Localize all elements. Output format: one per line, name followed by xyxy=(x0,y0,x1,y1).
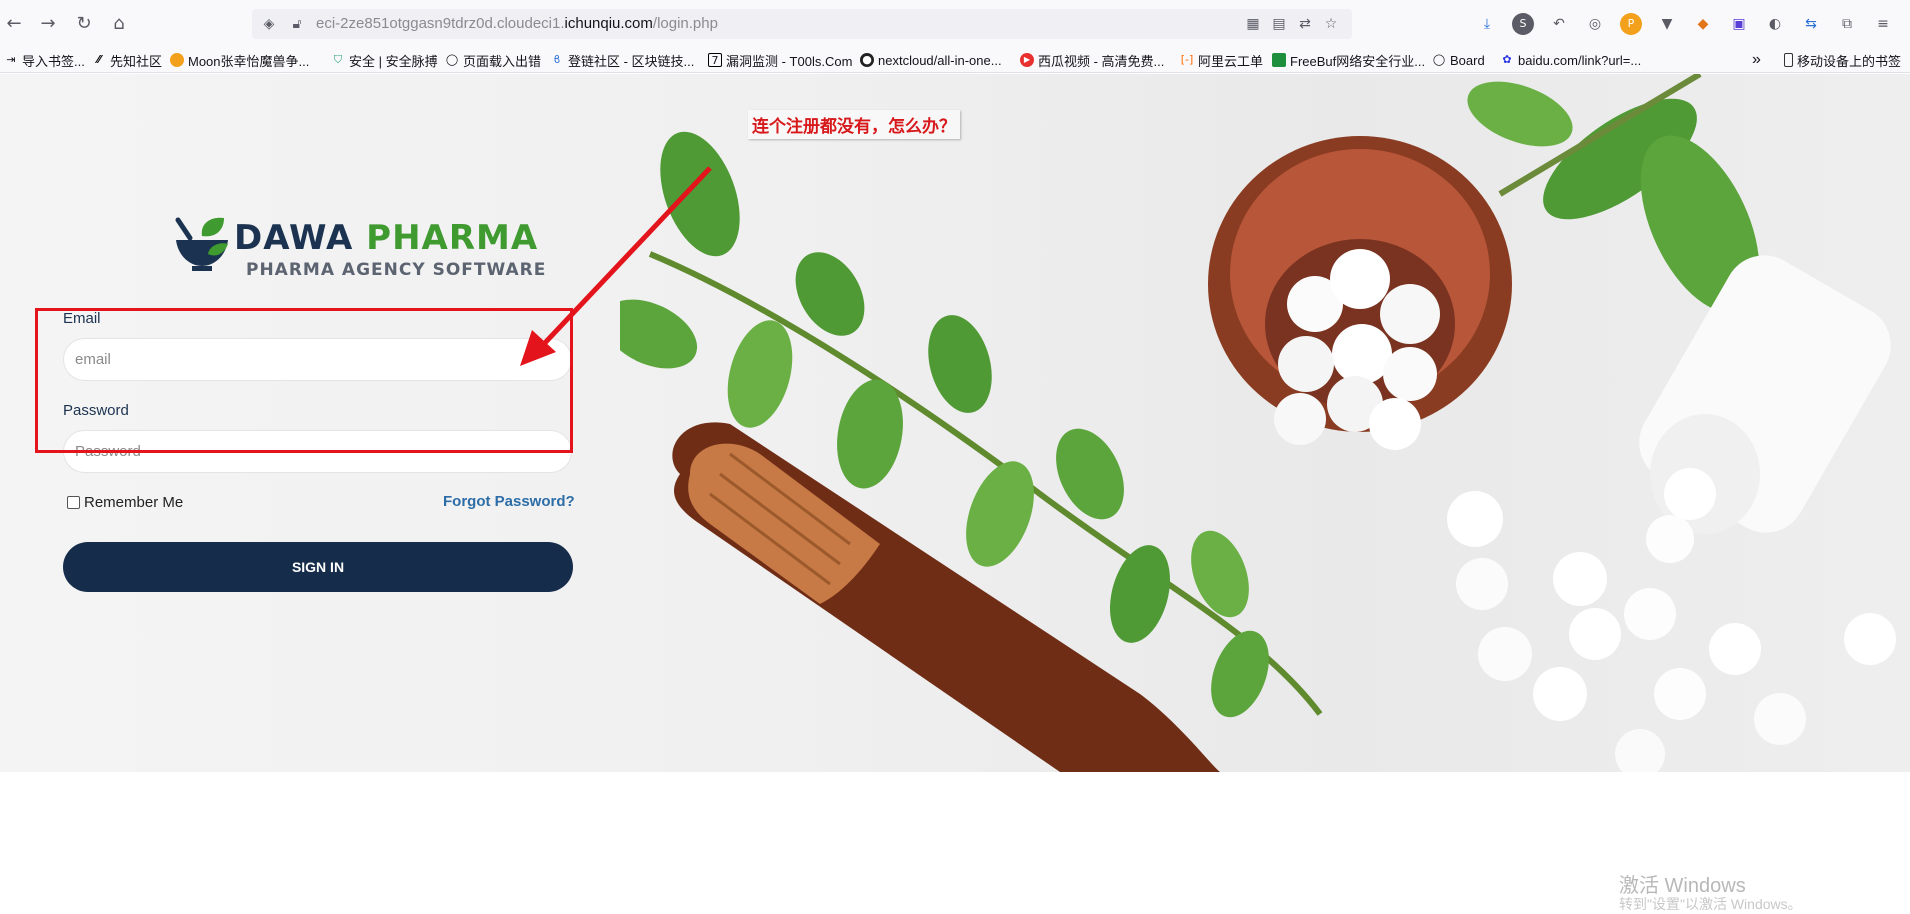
import-icon: ⇥ xyxy=(6,53,16,66)
extension-s-icon[interactable]: S xyxy=(1512,13,1534,35)
circle-extension-icon[interactable]: ◎ xyxy=(1584,13,1606,35)
brand-dawa: DAWA xyxy=(234,218,354,258)
extension-bird-icon[interactable]: ◐ xyxy=(1764,13,1786,35)
bookmark-item[interactable]: ϐ 登链社区 - 区块链技... xyxy=(550,50,695,70)
shield-check-icon: ⛉ xyxy=(333,53,343,66)
extensions-puzzle-icon[interactable]: ⧉ xyxy=(1836,13,1858,35)
mobile-device-icon xyxy=(1784,53,1793,67)
download-icon[interactable]: ⤓ xyxy=(1476,13,1498,35)
bookmark-label: 阿里云工单 xyxy=(1198,53,1264,69)
mobile-bookmarks[interactable]: 移动设备上的书签 xyxy=(1784,50,1901,70)
address-bar[interactable]: ◈ 🔓︎ eci-2ze851otggasn9tdrz0d.cloudeci1.… xyxy=(252,9,1352,39)
back-icon[interactable]: ← xyxy=(2,12,26,36)
bookmark-label: FreeBuf网络安全行业... xyxy=(1290,53,1426,69)
hero-image xyxy=(620,74,1896,772)
annotation-arrow xyxy=(520,166,712,366)
bookmarks-bar: ⇥ 导入书签... ⁄⁄ 先知社区 Moon张幸怡魔兽争... ⛉ 安全 | 安全脉搏… xyxy=(0,47,1910,73)
shield-icon[interactable]: ◈ xyxy=(260,15,278,33)
brand-name: DAWA PHARMA xyxy=(234,218,538,258)
bookmark-item[interactable]: 7 漏洞监测 - T00ls.Com xyxy=(708,50,852,70)
bookmark-label: 漏洞监测 - T00ls.Com xyxy=(726,53,853,69)
freebuf-icon xyxy=(1272,53,1286,67)
bookmark-item[interactable]: ⇥ 导入书签... xyxy=(4,50,85,70)
bookmark-item[interactable]: ⛉ 安全 | 安全脉搏 xyxy=(331,50,438,70)
t00ls-icon: 7 xyxy=(708,53,722,67)
moon-avatar-icon xyxy=(170,53,184,67)
qr-code-icon[interactable]: ▦ xyxy=(1244,15,1262,33)
chain-icon: ϐ xyxy=(553,53,561,66)
bookmark-item[interactable]: ▶ 西瓜视频 - 高清免费... xyxy=(1020,50,1164,70)
home-icon[interactable]: ⌂ xyxy=(107,12,131,36)
bookmark-item[interactable]: ● nextcloud/all-in-one... xyxy=(860,50,1002,70)
bookmarks-overflow-button[interactable]: » xyxy=(1752,50,1761,70)
forgot-password-link[interactable]: Forgot Password? xyxy=(443,493,575,510)
reload-icon[interactable]: ↻ xyxy=(72,12,96,36)
bookmark-item[interactable]: ✿ baidu.com/link?url=... xyxy=(1500,50,1641,70)
extension-p-icon[interactable]: P xyxy=(1620,13,1642,35)
url-text[interactable]: eci-2ze851otggasn9tdrz0d.cloudeci1.ichun… xyxy=(316,15,718,32)
windows-activation-subtext: 转到"设置"以激活 Windows。 xyxy=(1619,896,1802,912)
bookmark-item[interactable]: Moon张幸怡魔兽争... xyxy=(170,50,309,70)
url-path: /login.php xyxy=(652,15,718,32)
xigua-play-icon: ▶ xyxy=(1020,53,1034,67)
baidu-paw-icon: ✿ xyxy=(1502,53,1512,66)
bookmark-label: Moon张幸怡魔兽争... xyxy=(188,53,310,69)
bookmark-label: 登链社区 - 区块链技... xyxy=(568,53,695,69)
brand-subtitle: PHARMA AGENCY SOFTWARE xyxy=(246,260,547,280)
bookmark-item[interactable]: FreeBuf网络安全行业... xyxy=(1272,50,1425,70)
globe-icon: ◯ xyxy=(1432,53,1446,66)
bookmark-label: 导入书签... xyxy=(22,53,85,69)
metamask-fox-icon[interactable]: ◆ xyxy=(1692,13,1714,35)
bookmark-item[interactable]: ◯ Board xyxy=(1432,50,1485,70)
bookmark-label: 安全 | 安全脉搏 xyxy=(349,53,438,69)
brand-logo: DAWA PHARMA PHARMA AGENCY SOFTWARE xyxy=(170,214,545,284)
xianzhi-icon: ⁄⁄ xyxy=(97,53,101,66)
remember-me[interactable]: Remember Me xyxy=(67,494,183,511)
menu-hamburger-icon[interactable]: ≡ xyxy=(1872,13,1894,35)
url-prefix: eci-2ze851otggasn9tdrz0d.cloudeci1. xyxy=(316,15,565,32)
bookmark-label: baidu.com/link?url=... xyxy=(1518,52,1642,68)
forward-icon[interactable]: → xyxy=(36,12,60,36)
browser-toolbar: ← → ↻ ⌂ ◈ 🔓︎ eci-2ze851otggasn9tdrz0d.cl… xyxy=(0,0,1910,47)
extension-purple-icon[interactable]: ▣ xyxy=(1728,13,1750,35)
bookmark-label: nextcloud/all-in-one... xyxy=(878,52,1002,68)
remember-label: Remember Me xyxy=(84,494,184,511)
annotation-highlight-box xyxy=(35,308,573,453)
extension-v-icon[interactable]: ▼ xyxy=(1656,13,1678,35)
translate-icon[interactable]: ⇄ xyxy=(1296,15,1314,33)
bookmark-label: 西瓜视频 - 高清免费... xyxy=(1038,53,1165,69)
bookmark-label: Board xyxy=(1450,52,1485,68)
aliyun-icon: [-] xyxy=(1180,53,1194,66)
github-icon: ● xyxy=(860,53,874,67)
bookmark-item[interactable]: ⁄⁄ 先知社区 xyxy=(92,50,162,70)
globe-icon: ◯ xyxy=(445,53,459,66)
login-page: DAWA PHARMA PHARMA AGENCY SOFTWARE Email… xyxy=(0,74,1910,772)
reader-view-icon[interactable]: ▤ xyxy=(1270,15,1288,33)
insecure-lock-icon[interactable]: 🔓︎ xyxy=(288,15,306,33)
bookmark-star-icon[interactable]: ☆ xyxy=(1322,15,1340,33)
mortar-leaf-icon xyxy=(175,217,228,271)
bookmark-item[interactable]: [-] 阿里云工单 xyxy=(1180,50,1263,70)
bookmark-label: 页面载入出错 xyxy=(463,53,542,69)
url-domain: ichunqiu.com xyxy=(564,15,653,32)
sign-in-button[interactable]: SIGN IN xyxy=(63,542,573,592)
bookmark-label: 移动设备上的书签 xyxy=(1797,53,1902,69)
bookmark-item[interactable]: ◯ 页面载入出错 xyxy=(445,50,541,70)
remember-checkbox[interactable] xyxy=(67,496,80,509)
undo-icon[interactable]: ↶ xyxy=(1548,13,1570,35)
translate-extension-icon[interactable]: ⇆ xyxy=(1800,13,1822,35)
bookmark-label: 先知社区 xyxy=(110,53,163,69)
annotation-note: 连个注册都没有，怎么办？ xyxy=(748,110,960,139)
